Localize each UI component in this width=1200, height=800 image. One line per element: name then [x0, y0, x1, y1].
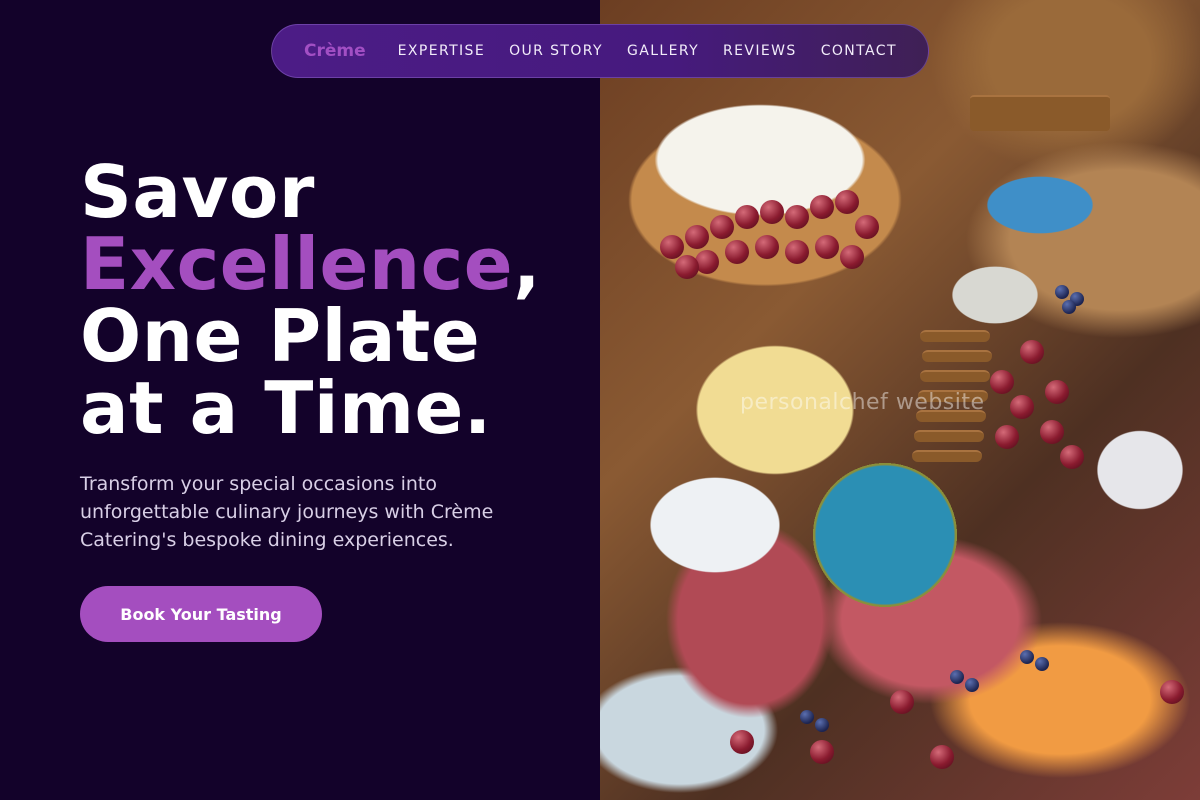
cracker-decoration: [912, 450, 982, 462]
brand-logo[interactable]: Crème: [304, 41, 366, 61]
grape-decoration: [810, 195, 834, 219]
top-navigation: Crème EXPERTISE OUR STORY GALLERY REVIEW…: [271, 24, 929, 78]
blueberry-decoration: [1035, 657, 1049, 671]
grape-decoration: [785, 240, 809, 264]
book-tasting-button[interactable]: Book Your Tasting: [80, 586, 322, 642]
grape-decoration: [730, 730, 754, 754]
cracker-decoration: [920, 370, 990, 382]
blueberry-decoration: [965, 678, 979, 692]
grape-decoration: [785, 205, 809, 229]
grape-decoration: [890, 690, 914, 714]
grape-decoration: [675, 255, 699, 279]
landing-page: personalchef website Crème EXPERTISE OUR…: [0, 0, 1200, 800]
nav-link-contact[interactable]: CONTACT: [821, 43, 897, 59]
grape-decoration: [835, 190, 859, 214]
nav-link-our-story[interactable]: OUR STORY: [509, 43, 603, 59]
grape-decoration: [1020, 340, 1044, 364]
nav-link-gallery[interactable]: GALLERY: [627, 43, 699, 59]
blueberry-decoration: [800, 710, 814, 724]
blueberry-decoration: [1055, 285, 1069, 299]
grape-decoration: [735, 205, 759, 229]
image-watermark: personalchef website: [740, 390, 985, 415]
cracker-decoration: [920, 330, 990, 342]
grape-decoration: [1010, 395, 1034, 419]
grape-decoration: [755, 235, 779, 259]
blueberry-decoration: [1020, 650, 1034, 664]
blueberry-decoration: [1062, 300, 1076, 314]
grape-decoration: [990, 370, 1014, 394]
headline-line-1: Savor: [80, 150, 315, 234]
cracker-decoration: [914, 430, 984, 442]
grape-decoration: [815, 235, 839, 259]
grape-decoration: [1160, 680, 1184, 704]
hero-subtitle: Transform your special occasions into un…: [80, 473, 494, 551]
cracker-decoration: [922, 350, 992, 362]
nav-link-reviews[interactable]: REVIEWS: [723, 43, 797, 59]
grape-decoration: [855, 215, 879, 239]
headline-comma: ,: [513, 222, 541, 306]
grape-decoration: [995, 425, 1019, 449]
headline-line-4: at a Time.: [80, 366, 492, 450]
grape-decoration: [685, 225, 709, 249]
grape-decoration: [930, 745, 954, 769]
grape-decoration: [710, 215, 734, 239]
headline-line-2: Excellence,: [80, 228, 580, 300]
blueberry-decoration: [950, 670, 964, 684]
blueberry-decoration: [815, 718, 829, 732]
grape-decoration: [810, 740, 834, 764]
hero-section: Savor Excellence, One Plate at a Time.: [80, 156, 580, 444]
grape-decoration: [840, 245, 864, 269]
nav-link-expertise[interactable]: EXPERTISE: [398, 43, 485, 59]
grape-decoration: [760, 200, 784, 224]
nav-links: EXPERTISE OUR STORY GALLERY REVIEWS CONT…: [398, 43, 921, 59]
cracker-decoration: [970, 95, 1110, 131]
hero-headline: Savor Excellence, One Plate at a Time.: [80, 156, 580, 444]
grape-decoration: [1040, 420, 1064, 444]
grape-decoration: [1045, 380, 1069, 404]
grape-decoration: [725, 240, 749, 264]
grape-decoration: [660, 235, 684, 259]
grape-decoration: [1060, 445, 1084, 469]
grape-decoration: [695, 250, 719, 274]
headline-line-3: One Plate: [80, 294, 481, 378]
charcuterie-board-photo: personalchef website: [600, 0, 1200, 800]
